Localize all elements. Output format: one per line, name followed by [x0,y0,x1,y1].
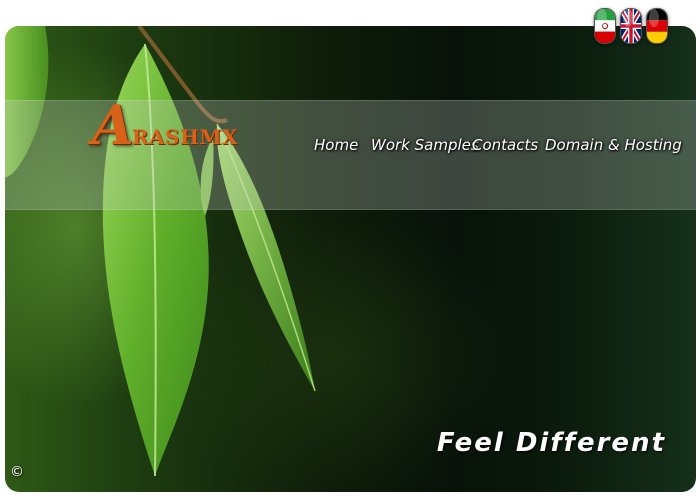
main-navigation: Home Work Samples Contacts Domain & Host… [0,136,700,162]
language-selector [594,8,668,44]
nav-item-work-samples[interactable]: Work Samples [371,136,479,154]
page: A RASHMX Home Work Samples Contacts Doma… [0,0,700,500]
hero-tagline: Feel Different [436,428,666,458]
iran-flag-icon[interactable] [594,8,616,44]
nav-item-home[interactable]: Home [314,136,358,154]
germany-flag-icon[interactable] [646,8,668,44]
uk-flag-icon[interactable] [620,8,642,44]
nav-item-domain-hosting[interactable]: Domain & Hosting [545,136,682,154]
copyright-icon: © [10,464,24,480]
nav-item-contacts[interactable]: Contacts [472,136,538,154]
